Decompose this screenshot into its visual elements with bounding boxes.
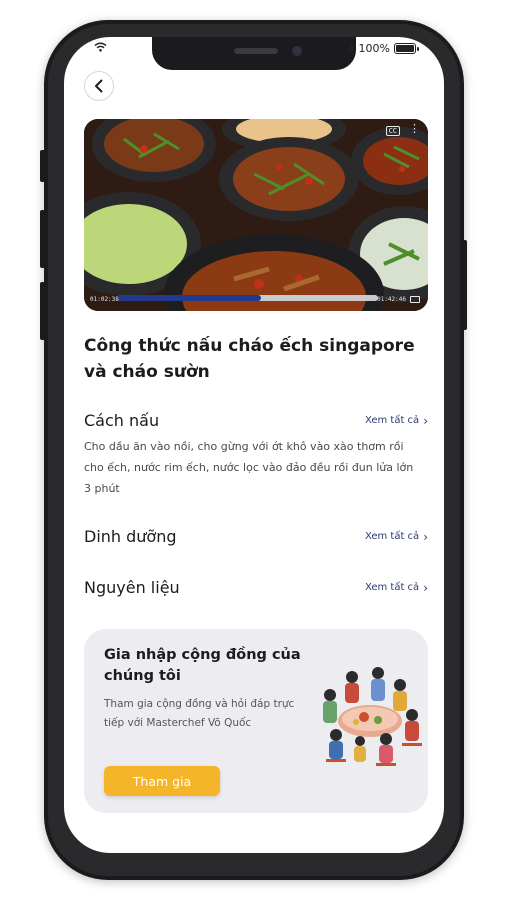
notch [152,37,356,70]
video-thumbnail [84,119,428,311]
video-progress-fill [118,295,261,301]
fullscreen-icon[interactable] [410,296,420,303]
more-vertical-icon[interactable]: ⋮ [409,123,420,134]
battery-percent: 100% [358,41,390,55]
status-bar-right: 100% [348,40,419,55]
community-card: Gia nhập cộng đồng của chúng tôi Tham gi… [84,629,428,813]
see-all-nutrition-link[interactable]: Xem tất cả › [365,530,428,544]
section-nutrition-header: Dinh dưỡng Xem tất cả › [84,527,428,546]
recipe-title: Công thức nấu cháo ếch singapore và cháo… [84,336,415,382]
section-nutrition-title: Dinh dưỡng [84,527,177,546]
wifi-icon [94,42,107,52]
see-all-label: Xem tất cả [364,531,420,542]
chevron-left-icon [95,79,103,93]
video-progress-track[interactable] [118,295,378,301]
chevron-right-icon: › [423,529,428,544]
section-cooking-header: Cách nấu Xem tất cả › [84,411,428,430]
chevron-right-icon: › [423,413,428,428]
battery-icon [394,42,419,54]
see-all-ingredients-link[interactable]: Xem tất cả › [365,581,428,595]
chevron-right-icon: › [423,580,428,595]
community-description: Tham gia cộng đồng và hỏi đáp trực tiếp … [104,698,295,729]
volume-up-button [40,210,45,268]
video-duration: 01:42:46 [377,296,406,303]
video-elapsed-time: 01:02:38 [90,296,119,303]
speaker [234,48,278,54]
community-title: Gia nhập cộng đồng của chúng tôi [104,647,301,684]
section-cooking-title: Cách nấu [84,411,160,430]
status-bar-left [94,42,107,55]
mute-switch [40,150,45,182]
community-dinner-illustration [323,667,422,766]
bluetooth-icon [348,40,355,55]
see-all-label: Xem tất cả [364,582,420,593]
cooking-description: Cho dầu ăn vào nồi, cho gừng với ớt khô … [84,440,414,495]
app-screen: 100% CC ⋮ 01:02:38 01:42:46 Công thức nấ… [64,37,444,853]
see-all-label: Xem tất cả [364,415,420,426]
volume-down-button [40,282,45,340]
section-ingredients-title: Nguyên liệu [84,578,180,597]
closed-captions-button[interactable]: CC [385,126,400,136]
section-ingredients-header: Nguyên liệu Xem tất cả › [84,578,428,597]
see-all-cooking-link[interactable]: Xem tất cả › [365,414,428,428]
video-player[interactable]: CC ⋮ 01:02:38 01:42:46 [84,119,428,311]
back-button[interactable] [84,71,114,101]
power-button [462,240,467,330]
join-button[interactable]: Tham gia [104,766,220,796]
front-camera [292,46,302,56]
